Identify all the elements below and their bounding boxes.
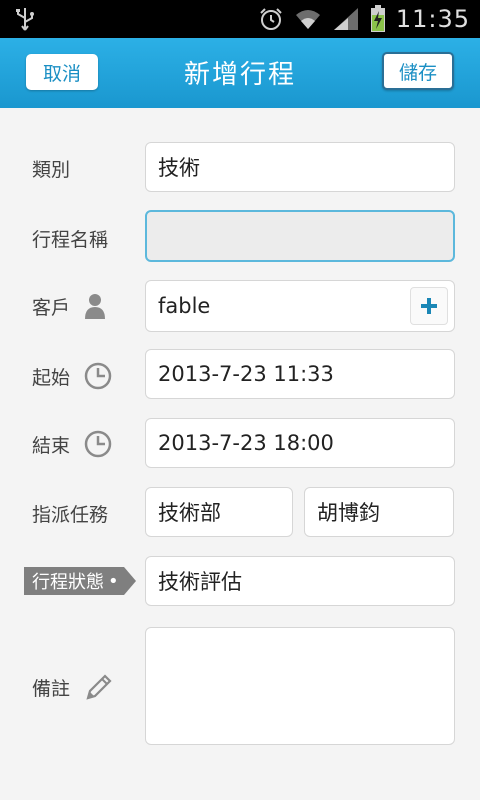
department-value: 技術部 bbox=[158, 501, 221, 525]
schedule-status-select[interactable]: 技術評估 bbox=[145, 556, 455, 606]
category-label: 類別 bbox=[32, 153, 70, 183]
end-label: 結束 bbox=[32, 429, 112, 459]
start-label: 起始 bbox=[32, 361, 112, 391]
signal-icon bbox=[332, 6, 360, 32]
category-value: 技術 bbox=[158, 156, 200, 180]
client-field[interactable]: fable bbox=[145, 280, 455, 332]
assignment-label-text: 指派任務 bbox=[32, 503, 109, 526]
end-label-text: 結束 bbox=[32, 434, 71, 457]
client-value: fable bbox=[158, 294, 211, 318]
client-label: 客戶 bbox=[32, 291, 106, 321]
add-client-button[interactable] bbox=[410, 287, 448, 325]
battery-charging-icon bbox=[370, 5, 386, 33]
category-label-text: 類別 bbox=[32, 158, 71, 181]
schedule-status-label-text: 行程狀態 bbox=[32, 572, 104, 593]
start-label-text: 起始 bbox=[32, 366, 71, 389]
start-time-field[interactable]: 2013-7-23 11:33 bbox=[145, 349, 455, 399]
department-select[interactable]: 技術部 bbox=[145, 487, 293, 537]
bullet-icon: • bbox=[108, 570, 119, 592]
action-bar: 取消 新增行程 儲存 bbox=[0, 38, 480, 108]
clock-time: 11:35 bbox=[395, 5, 470, 33]
schedule-name-input[interactable] bbox=[145, 210, 455, 262]
clock-icon bbox=[84, 430, 112, 458]
end-time-value: 2013-7-23 18:00 bbox=[158, 431, 334, 455]
notes-textarea[interactable] bbox=[145, 627, 455, 745]
end-time-field[interactable]: 2013-7-23 18:00 bbox=[145, 418, 455, 468]
usb-icon bbox=[14, 6, 36, 32]
clock-icon bbox=[84, 362, 112, 390]
alarm-icon bbox=[258, 6, 284, 32]
person-icon bbox=[84, 293, 106, 319]
save-button[interactable]: 儲存 bbox=[382, 52, 454, 90]
pencil-icon bbox=[84, 672, 114, 702]
assignee-value: 胡博鈞 bbox=[317, 501, 380, 525]
start-time-value: 2013-7-23 11:33 bbox=[158, 362, 334, 386]
schedule-name-label: 行程名稱 bbox=[32, 223, 108, 253]
wifi-icon bbox=[294, 7, 322, 31]
schedule-name-label-text: 行程名稱 bbox=[32, 228, 109, 251]
plus-icon bbox=[419, 296, 439, 316]
client-label-text: 客戶 bbox=[32, 296, 71, 319]
status-bar: 11:35 bbox=[0, 0, 480, 38]
schedule-status-value: 技術評估 bbox=[158, 570, 242, 594]
category-field[interactable]: 技術 bbox=[145, 142, 455, 192]
notes-label-text: 備註 bbox=[32, 677, 71, 700]
assignment-label: 指派任務 bbox=[32, 498, 108, 528]
schedule-status-tag: 行程狀態 • bbox=[24, 567, 136, 595]
assignee-select[interactable]: 胡博鈞 bbox=[304, 487, 454, 537]
notes-label: 備註 bbox=[32, 672, 114, 702]
